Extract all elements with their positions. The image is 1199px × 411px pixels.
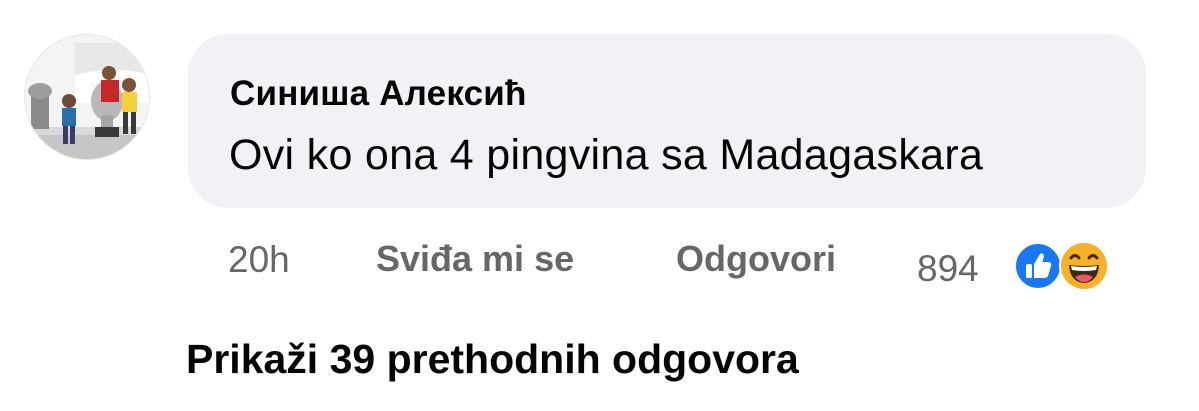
reactions-summary[interactable] [1014,240,1124,292]
view-previous-replies-link[interactable]: Prikaži 39 prethodnih odgovora [186,336,799,383]
comment-text: Ovi ko ona 4 pingvina sa Madagaskara [229,131,984,179]
reply-button[interactable]: Odgovori [676,238,836,280]
like-button[interactable]: Sviđa mi se [376,238,574,280]
comment-item: Синиша Алексић Ovi ko ona 4 pingvina sa … [0,0,1199,411]
like-icon [1014,242,1062,290]
comment-actions: 20h Sviđa mi se Odgovori 894 [0,236,1199,291]
comment-bubble: Синиша Алексић Ovi ko ona 4 pingvina sa … [188,34,1146,208]
haha-icon [1058,240,1110,292]
avatar[interactable] [24,34,150,160]
comment-author[interactable]: Синиша Алексић [230,74,527,114]
profile-photo-icon [25,35,149,159]
comment-timestamp[interactable]: 20h [228,239,290,281]
reaction-count[interactable]: 894 [917,248,979,290]
